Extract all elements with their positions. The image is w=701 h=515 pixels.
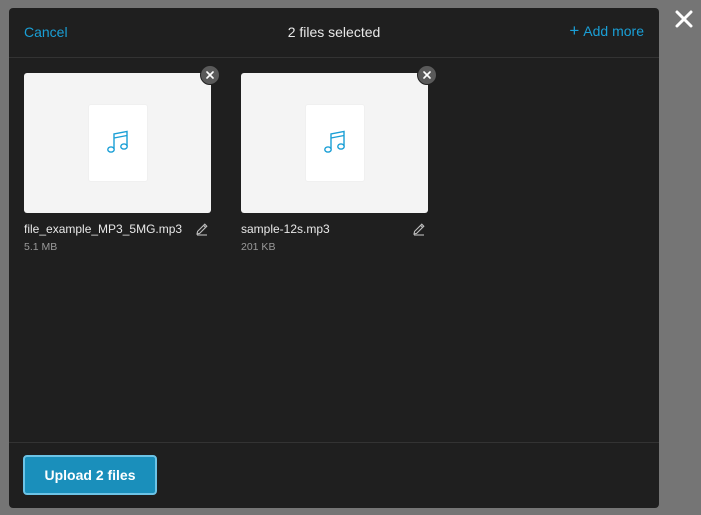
dialog-footer: Upload 2 files [9, 442, 659, 508]
file-card: sample-12s.mp3 201 KB [241, 65, 437, 253]
close-icon [423, 71, 431, 79]
close-icon [206, 71, 214, 79]
file-meta: sample-12s.mp3 201 KB [241, 222, 428, 253]
remove-file-button[interactable] [200, 65, 220, 85]
close-overlay-button[interactable] [671, 6, 697, 32]
upload-button[interactable]: Upload 2 files [23, 455, 157, 495]
remove-file-button[interactable] [417, 65, 437, 85]
plus-icon: + [569, 21, 580, 40]
dialog-title: 2 files selected [287, 24, 381, 40]
file-list: file_example_MP3_5MG.mp3 5.1 MB sample-1… [9, 58, 659, 442]
dialog-header: Cancel 2 files selected + Add more [9, 8, 659, 58]
pencil-icon [196, 223, 208, 236]
file-thumbnail [241, 65, 437, 213]
edit-file-button[interactable] [195, 222, 211, 238]
file-preview [305, 105, 364, 181]
file-size: 201 KB [241, 241, 276, 253]
upload-dialog: Cancel 2 files selected + Add more file_… [9, 8, 659, 508]
music-note-icon [106, 130, 128, 153]
file-name: file_example_MP3_5MG.mp3 [24, 222, 183, 236]
file-meta: file_example_MP3_5MG.mp3 5.1 MB [24, 222, 211, 253]
add-more-label: Add more [583, 23, 644, 39]
close-icon [675, 10, 693, 28]
add-more-button[interactable]: + Add more [569, 21, 644, 40]
file-card: file_example_MP3_5MG.mp3 5.1 MB [24, 65, 220, 253]
edit-file-button[interactable] [412, 222, 428, 238]
file-name: sample-12s.mp3 [241, 222, 330, 236]
file-thumbnail [24, 65, 220, 213]
music-note-icon [323, 130, 345, 153]
file-preview [88, 105, 147, 181]
pencil-icon [413, 223, 425, 236]
file-size: 5.1 MB [24, 241, 58, 253]
